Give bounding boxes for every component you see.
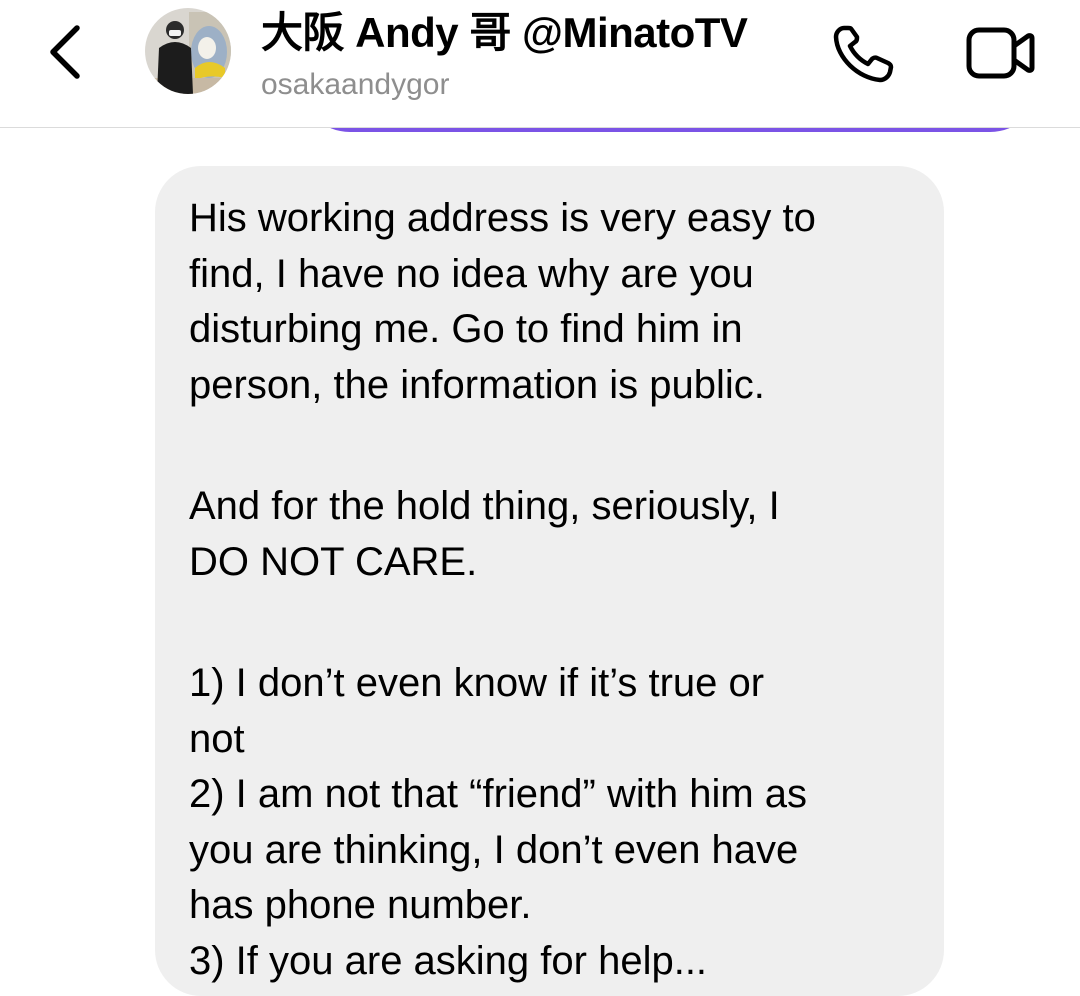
message-bubble[interactable]: His working address is very easy to find…	[155, 166, 944, 996]
back-button[interactable]	[40, 20, 100, 84]
list-item: 3) If you are asking for help...	[189, 938, 708, 983]
avatar-image	[145, 8, 231, 94]
call-button[interactable]	[830, 20, 902, 86]
avatar[interactable]	[145, 8, 231, 94]
list-item: 1) I don’t even know if it’s true or not	[189, 661, 765, 761]
video-camera-icon	[966, 27, 1035, 79]
message-paragraph: And for the hold thing, seriously, I DO …	[189, 484, 780, 584]
video-call-button[interactable]	[962, 22, 1038, 84]
chat-header: 大阪 Andy 哥 @MinatoTV osakaandygor	[0, 0, 1080, 128]
chevron-left-icon	[50, 25, 80, 79]
contact-name[interactable]: 大阪 Andy 哥 @MinatoTV	[261, 10, 748, 56]
contact-username[interactable]: osakaandygor	[261, 68, 449, 102]
list-item: 2) I am not that “friend” with him as yo…	[189, 772, 808, 927]
message-paragraph: His working address is very easy to find…	[189, 196, 816, 407]
phone-icon	[833, 25, 894, 83]
